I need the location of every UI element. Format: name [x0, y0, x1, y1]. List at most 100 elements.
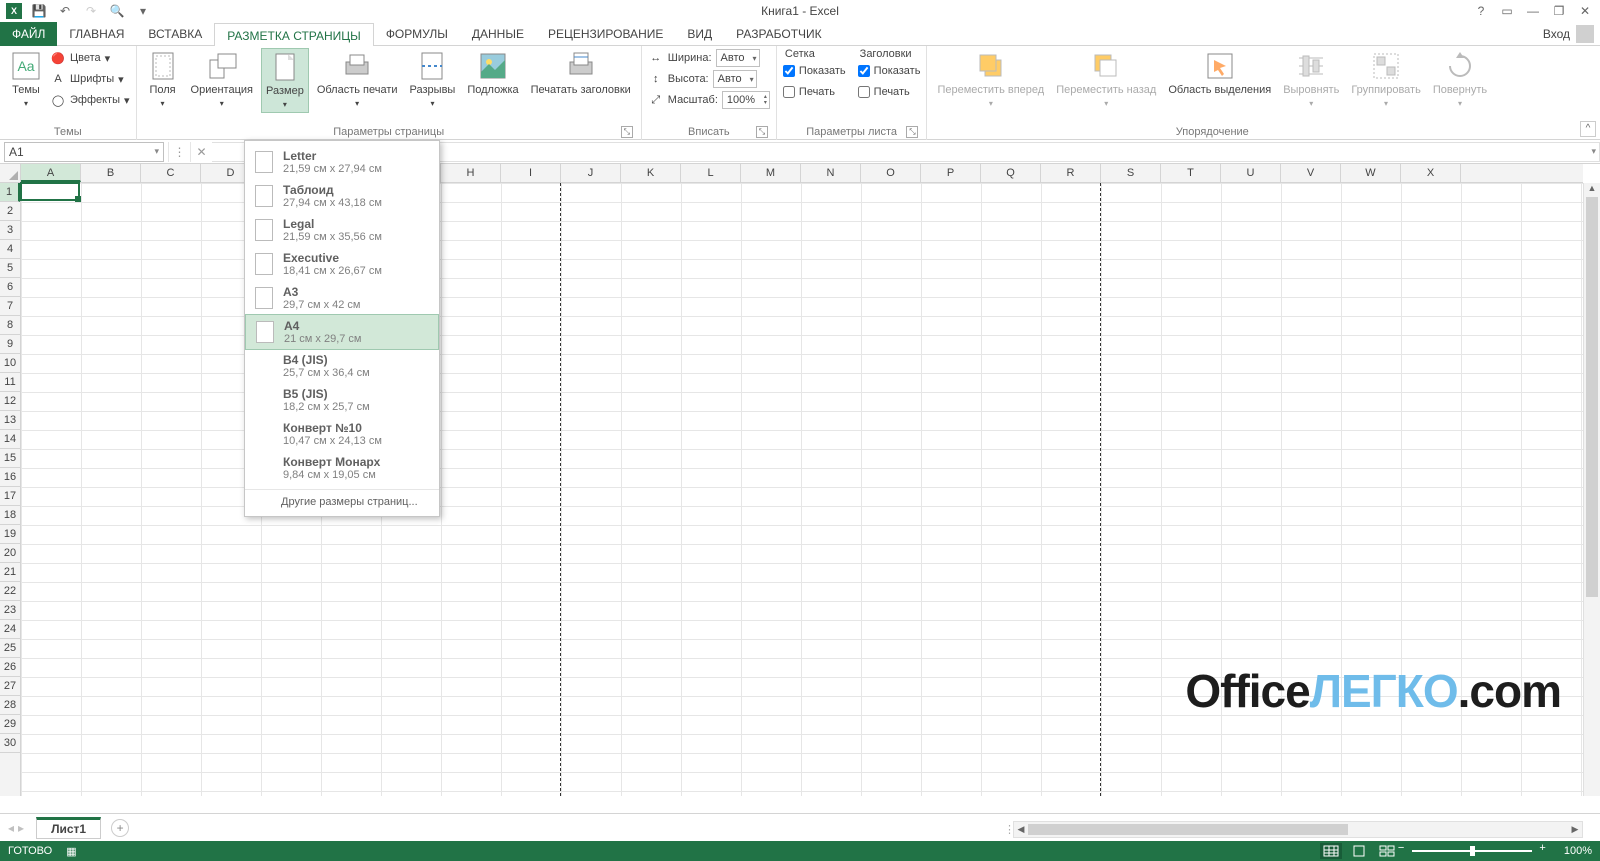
expand-formula-bar-button[interactable]: ▾ [1591, 146, 1596, 157]
col-header-W[interactable]: W [1341, 164, 1401, 182]
size-option-b4-jis-[interactable]: B4 (JIS)25,7 см x 36,4 см [245, 349, 439, 383]
tab-page-layout[interactable]: РАЗМЕТКА СТРАНИЦЫ [214, 23, 374, 47]
row-header-10[interactable]: 10 [0, 354, 20, 373]
row-headers[interactable]: 1234567891011121314151617181920212223242… [0, 183, 21, 796]
row-header-2[interactable]: 2 [0, 202, 20, 221]
col-header-L[interactable]: L [681, 164, 741, 182]
sheet-tab-1[interactable]: Лист1 [36, 817, 101, 839]
row-header-1[interactable]: 1 [0, 183, 20, 202]
row-header-11[interactable]: 11 [0, 373, 20, 392]
scale-spinner[interactable]: 100% [722, 91, 770, 109]
col-header-S[interactable]: S [1101, 164, 1161, 182]
row-header-16[interactable]: 16 [0, 468, 20, 487]
sheet-tab-splitter[interactable]: ⋮ [1004, 823, 1010, 837]
grid-view-checkbox[interactable]: Показать [783, 61, 846, 81]
tab-review[interactable]: РЕЦЕНЗИРОВАНИЕ [536, 22, 675, 46]
grid-print-checkbox[interactable]: Печать [783, 82, 846, 102]
row-header-30[interactable]: 30 [0, 734, 20, 753]
col-header-J[interactable]: J [561, 164, 621, 182]
col-header-N[interactable]: N [801, 164, 861, 182]
tab-home[interactable]: ГЛАВНАЯ [57, 22, 136, 46]
page-break-view-button[interactable] [1376, 843, 1398, 859]
row-header-22[interactable]: 22 [0, 582, 20, 601]
row-header-29[interactable]: 29 [0, 715, 20, 734]
tab-file[interactable]: ФАЙЛ [0, 22, 57, 46]
row-header-21[interactable]: 21 [0, 563, 20, 582]
size-option-конверт-10[interactable]: Конверт №1010,47 см x 24,13 см [245, 417, 439, 451]
normal-view-button[interactable] [1320, 843, 1342, 859]
breaks-button[interactable]: Разрывы▾ [406, 48, 460, 111]
vertical-scrollbar[interactable]: ▲ [1583, 183, 1600, 796]
row-header-6[interactable]: 6 [0, 278, 20, 297]
col-header-R[interactable]: R [1041, 164, 1101, 182]
size-option-a4[interactable]: A421 см x 29,7 см [245, 314, 439, 350]
name-box[interactable]: A1 [4, 142, 164, 162]
colors-button[interactable]: 🔴Цвета ▾ [50, 48, 130, 68]
select-all-button[interactable] [0, 164, 21, 183]
row-header-23[interactable]: 23 [0, 601, 20, 620]
col-header-U[interactable]: U [1221, 164, 1281, 182]
row-header-25[interactable]: 25 [0, 639, 20, 658]
size-option-a3[interactable]: A329,7 см x 42 см [245, 281, 439, 315]
row-header-4[interactable]: 4 [0, 240, 20, 259]
zoom-level[interactable]: 100% [1564, 845, 1592, 857]
tab-view[interactable]: ВИД [675, 22, 724, 46]
cancel-x-button[interactable]: ✕ [190, 142, 212, 162]
print-preview-button[interactable]: 🔍 [108, 2, 126, 20]
sheet-nav[interactable]: ◂▸ [0, 821, 32, 835]
row-header-17[interactable]: 17 [0, 487, 20, 506]
orientation-button[interactable]: Ориентация▾ [187, 48, 257, 111]
tab-formulas[interactable]: ФОРМУЛЫ [374, 22, 460, 46]
margins-button[interactable]: Поля▾ [143, 48, 183, 111]
row-header-3[interactable]: 3 [0, 221, 20, 240]
head-view-checkbox[interactable]: Показать [858, 61, 921, 81]
row-header-7[interactable]: 7 [0, 297, 20, 316]
fonts-button[interactable]: AШрифты ▾ [50, 69, 130, 89]
row-header-20[interactable]: 20 [0, 544, 20, 563]
size-button[interactable]: Размер▾ [261, 48, 309, 113]
close-button[interactable]: ✕ [1576, 2, 1594, 20]
row-header-9[interactable]: 9 [0, 335, 20, 354]
col-header-I[interactable]: I [501, 164, 561, 182]
row-header-13[interactable]: 13 [0, 411, 20, 430]
sign-in-link[interactable]: Вход [1543, 27, 1570, 41]
themes-button[interactable]: Aa Темы ▾ [6, 48, 46, 111]
redo-button[interactable]: ↷ [82, 2, 100, 20]
row-header-12[interactable]: 12 [0, 392, 20, 411]
row-header-24[interactable]: 24 [0, 620, 20, 639]
undo-button[interactable]: ↶ [56, 2, 74, 20]
page-setup-launcher[interactable]: ⤡ [621, 126, 633, 138]
col-header-V[interactable]: V [1281, 164, 1341, 182]
save-button[interactable]: 💾 [30, 2, 48, 20]
row-header-18[interactable]: 18 [0, 506, 20, 525]
row-header-28[interactable]: 28 [0, 696, 20, 715]
zoom-slider[interactable] [1412, 850, 1532, 852]
col-header-M[interactable]: M [741, 164, 801, 182]
col-header-K[interactable]: K [621, 164, 681, 182]
tab-data[interactable]: ДАННЫЕ [460, 22, 536, 46]
cancel-formula-button[interactable]: ⋮ [168, 142, 190, 162]
tab-developer[interactable]: РАЗРАБОТЧИК [724, 22, 834, 46]
macro-record-icon[interactable]: ▦ [66, 845, 76, 858]
more-paper-sizes[interactable]: Другие размеры страниц... [245, 489, 439, 512]
fit-launcher[interactable]: ⤡ [756, 126, 768, 138]
row-header-5[interactable]: 5 [0, 259, 20, 278]
row-header-14[interactable]: 14 [0, 430, 20, 449]
selection-pane-button[interactable]: Область выделения [1164, 48, 1275, 99]
qa-customize-button[interactable]: ▾ [134, 2, 152, 20]
print-area-button[interactable]: Область печати▾ [313, 48, 402, 111]
tab-insert[interactable]: ВСТАВКА [136, 22, 214, 46]
row-header-15[interactable]: 15 [0, 449, 20, 468]
size-option-legal[interactable]: Legal21,59 см x 35,56 см [245, 213, 439, 247]
row-header-26[interactable]: 26 [0, 658, 20, 677]
effects-button[interactable]: ◯Эффекты ▾ [50, 90, 130, 110]
col-header-C[interactable]: C [141, 164, 201, 182]
collapse-ribbon-button[interactable]: ^ [1580, 121, 1596, 137]
size-option-letter[interactable]: Letter21,59 см x 27,94 см [245, 145, 439, 179]
background-button[interactable]: Подложка [463, 48, 522, 99]
row-header-8[interactable]: 8 [0, 316, 20, 335]
row-header-19[interactable]: 19 [0, 525, 20, 544]
col-header-P[interactable]: P [921, 164, 981, 182]
col-header-B[interactable]: B [81, 164, 141, 182]
col-header-Q[interactable]: Q [981, 164, 1041, 182]
